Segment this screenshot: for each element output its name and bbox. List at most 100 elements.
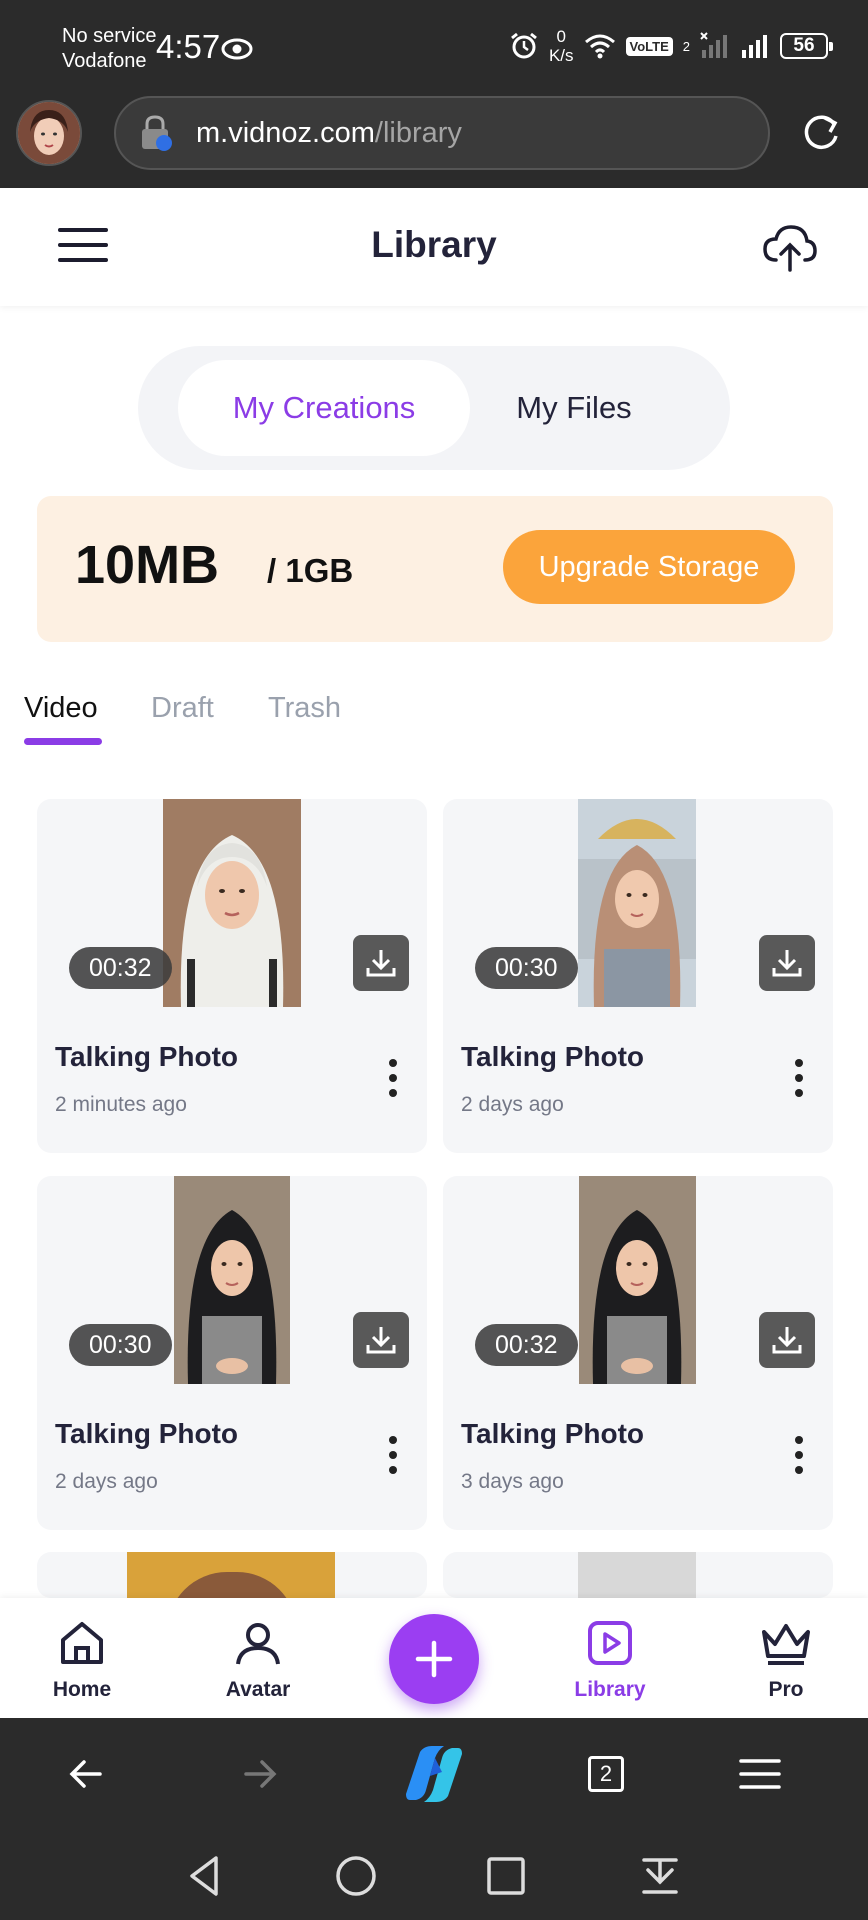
- tab-my-creations[interactable]: My Creations: [178, 360, 470, 456]
- tab-video[interactable]: Video: [24, 692, 98, 725]
- nav-back-icon[interactable]: [182, 1852, 230, 1900]
- nav-avatar[interactable]: Avatar: [198, 1618, 318, 1702]
- speed-value: 0: [556, 27, 566, 46]
- forward-button[interactable]: [236, 1750, 284, 1798]
- video-card[interactable]: [443, 1552, 833, 1598]
- back-arrow-icon: [69, 1760, 102, 1788]
- crown-icon: [762, 1624, 810, 1665]
- nav-home-label: Home: [52, 1678, 112, 1701]
- duration-badge: 00:32: [69, 947, 172, 989]
- video-thumbnail[interactable]: [578, 799, 696, 1007]
- person-icon: [236, 1623, 280, 1665]
- tabs-button[interactable]: 2: [582, 1750, 630, 1798]
- browser-toolbar: 2: [0, 1718, 868, 1830]
- more-options-icon[interactable]: [387, 1059, 399, 1099]
- profile-avatar[interactable]: [16, 100, 82, 166]
- duration-badge: 00:30: [69, 1324, 172, 1366]
- download-icon: [366, 1327, 396, 1354]
- video-card[interactable]: 00:30 Talking Photo 2 days ago: [37, 1176, 427, 1530]
- tab-my-files[interactable]: My Files: [428, 360, 720, 456]
- video-timestamp: 2 minutes ago: [55, 1093, 187, 1116]
- alarm-icon: [511, 32, 537, 59]
- video-thumbnail[interactable]: [163, 799, 301, 1007]
- download-button[interactable]: [353, 1312, 409, 1368]
- carrier-info: No service Vodafone: [62, 24, 156, 74]
- nav-notification-drawer-icon[interactable]: [636, 1852, 684, 1900]
- video-title: Talking Photo: [55, 1418, 239, 1449]
- video-thumbnail[interactable]: [174, 1176, 290, 1384]
- duration-badge: 00:30: [475, 947, 578, 989]
- storage-used: 10MB: [75, 535, 220, 595]
- system-navigation: [0, 1830, 868, 1920]
- video-card[interactable]: 00:30 Talking Photo 2 days ago: [443, 799, 833, 1153]
- nav-avatar-label: Avatar: [225, 1678, 291, 1701]
- battery-indicator: 56: [780, 33, 833, 59]
- profile-avatar-image: [18, 102, 80, 164]
- cloud-upload-icon[interactable]: [762, 222, 818, 274]
- creations-files-switch: My Creations My Files: [138, 346, 730, 470]
- play-square-icon: [588, 1621, 632, 1665]
- nav-pro[interactable]: Pro: [726, 1618, 846, 1702]
- url-host: m.vidnoz.com: [196, 116, 375, 149]
- url-field[interactable]: m.vidnoz.com/library: [114, 96, 770, 170]
- nav-recents-icon[interactable]: [482, 1852, 530, 1900]
- menu-icon: [739, 1759, 781, 1789]
- bottom-navigation: Home Avatar Library Pro: [0, 1598, 868, 1718]
- video-title: Talking Photo: [461, 1418, 645, 1449]
- video-timestamp: 2 days ago: [55, 1470, 158, 1493]
- video-thumbnail[interactable]: [578, 1552, 696, 1598]
- copilot-icon: [406, 1746, 462, 1802]
- home-icon: [61, 1622, 103, 1664]
- download-icon: [772, 950, 802, 977]
- url-path: /library: [374, 116, 462, 149]
- video-thumbnail[interactable]: [579, 1176, 696, 1384]
- video-title: Talking Photo: [461, 1041, 645, 1072]
- forward-arrow-icon: [244, 1760, 277, 1788]
- duration-badge: 00:32: [475, 1324, 578, 1366]
- tab-count: 2: [588, 1756, 624, 1792]
- sim-index: 2: [682, 38, 690, 54]
- video-title: Talking Photo: [55, 1041, 239, 1072]
- speed-unit: K/s: [548, 46, 574, 65]
- video-card[interactable]: 00:32 Talking Photo 3 days ago: [443, 1176, 833, 1530]
- browser-menu-button[interactable]: [736, 1750, 784, 1798]
- video-thumbnail[interactable]: [127, 1552, 335, 1598]
- download-icon: [772, 1327, 802, 1354]
- browser-address-bar: m.vidnoz.com/library: [0, 92, 868, 188]
- more-options-icon[interactable]: [387, 1436, 399, 1476]
- video-timestamp: 2 days ago: [461, 1093, 564, 1116]
- upgrade-storage-button[interactable]: Upgrade Storage: [503, 530, 795, 604]
- nav-home[interactable]: Home: [22, 1618, 142, 1702]
- nav-pro-label: Pro: [768, 1678, 804, 1701]
- clock: 4:57: [156, 28, 221, 65]
- status-bar: No service Vodafone 4:57 0 K/s VoLTE 2 5…: [0, 0, 868, 92]
- more-options-icon[interactable]: [793, 1059, 805, 1099]
- active-tab-indicator: [24, 738, 102, 745]
- video-card[interactable]: [37, 1552, 427, 1598]
- nav-library-label: Library: [574, 1678, 646, 1701]
- app-header: Library: [0, 188, 868, 306]
- back-button[interactable]: [62, 1750, 110, 1798]
- download-button[interactable]: [759, 1312, 815, 1368]
- eye-icon: [221, 38, 253, 60]
- url-text: m.vidnoz.com/library: [196, 117, 462, 150]
- storage-card: 10MB / 1GB Upgrade Storage: [37, 496, 833, 642]
- download-button[interactable]: [759, 935, 815, 991]
- storage-total: / 1GB: [267, 552, 354, 589]
- download-button[interactable]: [353, 935, 409, 991]
- site-security-icon[interactable]: [138, 113, 174, 153]
- video-card[interactable]: 00:32 Talking Photo 2 minutes ago: [37, 799, 427, 1153]
- create-button[interactable]: [389, 1614, 479, 1704]
- tab-trash[interactable]: Trash: [268, 692, 341, 725]
- more-options-icon[interactable]: [793, 1436, 805, 1476]
- signal-icon: [742, 35, 767, 58]
- reload-icon[interactable]: [800, 112, 842, 154]
- carrier-line-1: No service: [62, 25, 157, 47]
- video-timestamp: 3 days ago: [461, 1470, 564, 1493]
- nav-home-circle-icon[interactable]: [332, 1852, 380, 1900]
- download-icon: [366, 950, 396, 977]
- copilot-button[interactable]: [402, 1742, 466, 1806]
- nav-library[interactable]: Library: [550, 1618, 670, 1702]
- tab-draft[interactable]: Draft: [151, 692, 214, 725]
- volte-badge: VoLTE: [625, 36, 673, 56]
